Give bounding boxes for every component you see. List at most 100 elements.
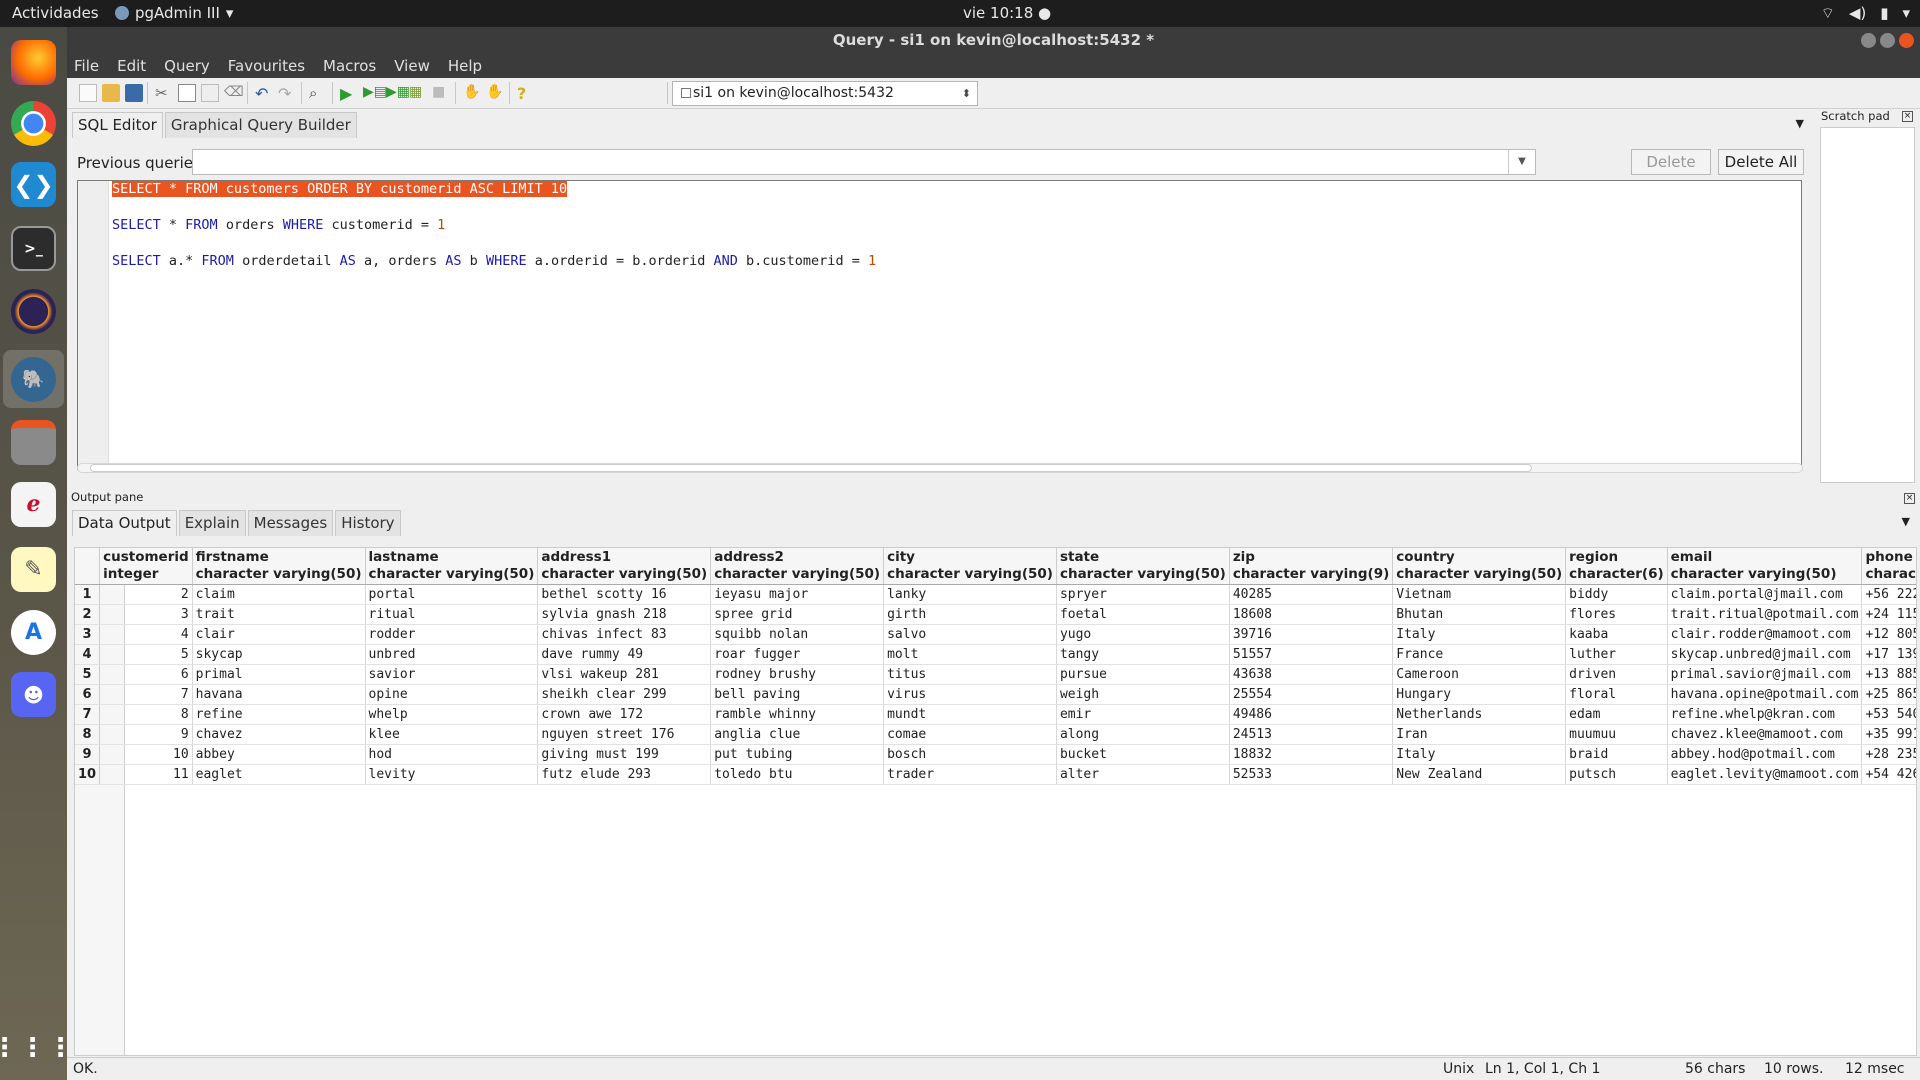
table-cell[interactable]: titus — [883, 664, 1057, 685]
table-cell[interactable]: spryer — [1056, 584, 1230, 605]
files-icon[interactable] — [11, 420, 56, 465]
table-cell[interactable]: vlsi wakeup 281 — [537, 664, 712, 685]
table-cell[interactable]: ieyasu major — [710, 584, 885, 605]
table-cell[interactable]: ritual — [365, 604, 539, 625]
column-header-zip[interactable]: zip character varying(9) — [1229, 548, 1394, 585]
table-cell[interactable]: +24 115115697 — [1861, 604, 1916, 625]
text-editor-icon[interactable]: ✎ — [11, 547, 56, 592]
table-cell[interactable]: along — [1056, 724, 1230, 745]
table-cell[interactable]: New Zealand — [1392, 764, 1567, 785]
paste-icon[interactable] — [201, 84, 219, 102]
show-applications-icon[interactable]: ⋮⋮⋮ — [0, 1025, 74, 1070]
table-cell[interactable]: tangy — [1056, 644, 1230, 665]
table-cell[interactable]: 18608 — [1229, 604, 1394, 625]
table-cell[interactable]: +13 885420136 — [1861, 664, 1916, 685]
table-cell[interactable]: 4 — [99, 624, 193, 645]
table-row[interactable]: 7 8 refine whelp crown awe 172 ramble whinny m… — [75, 704, 1916, 725]
tab-data-output[interactable]: Data Output — [72, 510, 177, 536]
table-cell[interactable]: luther — [1565, 644, 1668, 665]
table-cell[interactable]: savior — [365, 664, 539, 685]
column-header-region[interactable]: region character(6) — [1565, 548, 1668, 585]
terminal-icon[interactable]: >_ — [11, 226, 56, 271]
table-cell[interactable]: primal — [192, 664, 366, 685]
table-cell[interactable]: 6 — [99, 664, 193, 685]
table-cell[interactable]: Vietnam — [1392, 584, 1567, 605]
menu-edit[interactable]: Edit — [117, 57, 146, 75]
table-cell[interactable]: put tubing — [710, 744, 885, 765]
menu-file[interactable]: File — [74, 57, 99, 75]
table-cell[interactable]: hod — [365, 744, 539, 765]
table-cell[interactable]: virus — [883, 684, 1057, 705]
table-cell[interactable]: refine.whelp@kran.com — [1667, 704, 1863, 725]
table-cell[interactable]: bucket — [1056, 744, 1230, 765]
close-output-pane-icon[interactable]: × — [1904, 493, 1915, 504]
table-cell[interactable]: +56 222098611 — [1861, 584, 1916, 605]
software-store-icon[interactable]: A — [11, 610, 56, 655]
table-cell[interactable]: 49486 — [1229, 704, 1394, 725]
table-cell[interactable]: Netherlands — [1392, 704, 1567, 725]
output-menu-arrow-icon[interactable]: ▼ — [1902, 515, 1910, 528]
cancel-query-icon[interactable]: ■ — [432, 84, 450, 102]
table-row[interactable]: 1 2 claim portal bethel scotty 16 ieyasu majo… — [75, 584, 1916, 605]
find-icon[interactable]: ⌕ — [309, 84, 327, 102]
table-cell[interactable]: Italy — [1392, 624, 1567, 645]
redo-icon[interactable]: ↷ — [278, 84, 296, 103]
close-icon[interactable] — [1899, 33, 1914, 48]
table-cell[interactable]: clair — [192, 624, 366, 645]
document-viewer-icon[interactable]: ℯ — [11, 482, 56, 527]
table-cell[interactable]: mundt — [883, 704, 1057, 725]
chrome-icon[interactable] — [11, 101, 56, 146]
table-cell[interactable]: Iran — [1392, 724, 1567, 745]
previous-queries-combo[interactable]: ▼ — [192, 149, 1536, 175]
row-number[interactable]: 7 — [75, 704, 101, 725]
scratch-pad-text[interactable] — [1820, 127, 1915, 483]
table-cell[interactable]: Italy — [1392, 744, 1567, 765]
open-file-icon[interactable] — [102, 84, 120, 102]
table-cell[interactable]: trader — [883, 764, 1057, 785]
table-cell[interactable]: chavez — [192, 724, 366, 745]
row-number[interactable]: 9 — [75, 744, 101, 765]
table-cell[interactable]: girth — [883, 604, 1057, 625]
data-grid[interactable]: customerid integer firstname character vary… — [74, 547, 1917, 1056]
table-cell[interactable]: Bhutan — [1392, 604, 1567, 625]
menu-query[interactable]: Query — [164, 57, 210, 75]
table-cell[interactable]: nguyen street 176 — [537, 724, 712, 745]
execute-pgscript-icon[interactable]: ▶▤ — [363, 84, 387, 102]
table-cell[interactable]: abbey — [192, 744, 366, 765]
tab-history[interactable]: History — [335, 510, 401, 536]
table-cell[interactable]: sheikh clear 299 — [537, 684, 712, 705]
table-cell[interactable]: spree grid — [710, 604, 885, 625]
table-cell[interactable]: 5 — [99, 644, 193, 665]
table-cell[interactable]: 24513 — [1229, 724, 1394, 745]
table-cell[interactable]: foetal — [1056, 604, 1230, 625]
table-cell[interactable]: emir — [1056, 704, 1230, 725]
table-cell[interactable]: refine — [192, 704, 366, 725]
table-cell[interactable]: abbey.hod@potmail.com — [1667, 744, 1863, 765]
delete-button[interactable]: Delete — [1631, 149, 1711, 175]
table-cell[interactable]: roar fugger — [710, 644, 885, 665]
scrollbar-thumb[interactable] — [90, 464, 1532, 472]
help-icon[interactable]: ? — [517, 84, 535, 103]
pgadmin-dock-icon[interactable]: 🐘 — [11, 357, 56, 402]
execute-to-file-icon[interactable]: ▶▦ — [386, 84, 410, 102]
menu-view[interactable]: View — [394, 57, 430, 75]
table-cell[interactable]: eaglet.levity@mamoot.com — [1667, 764, 1863, 785]
table-cell[interactable]: 18832 — [1229, 744, 1394, 765]
cut-icon[interactable]: ✂ — [155, 84, 173, 102]
table-cell[interactable]: 10 — [99, 744, 193, 765]
table-cell[interactable]: 8 — [99, 704, 193, 725]
table-cell[interactable]: putsch — [1565, 764, 1668, 785]
tab-explain[interactable]: Explain — [178, 510, 246, 536]
row-number[interactable]: 2 — [75, 604, 101, 625]
commit-icon[interactable]: ✋ — [463, 84, 481, 102]
table-cell[interactable]: 25554 — [1229, 684, 1394, 705]
table-cell[interactable]: +28 235376326 — [1861, 744, 1916, 765]
corner-cell[interactable] — [75, 548, 101, 585]
table-cell[interactable]: 51557 — [1229, 644, 1394, 665]
table-cell[interactable]: +12 805967699 — [1861, 624, 1916, 645]
table-row[interactable]: 6 7 havana opine sheikh clear 299 bell paving… — [75, 684, 1916, 705]
table-cell[interactable]: Hungary — [1392, 684, 1567, 705]
menu-favourites[interactable]: Favourites — [228, 57, 305, 75]
table-cell[interactable]: +54 426871647 — [1861, 764, 1916, 785]
table-cell[interactable]: +17 139637498 — [1861, 644, 1916, 665]
